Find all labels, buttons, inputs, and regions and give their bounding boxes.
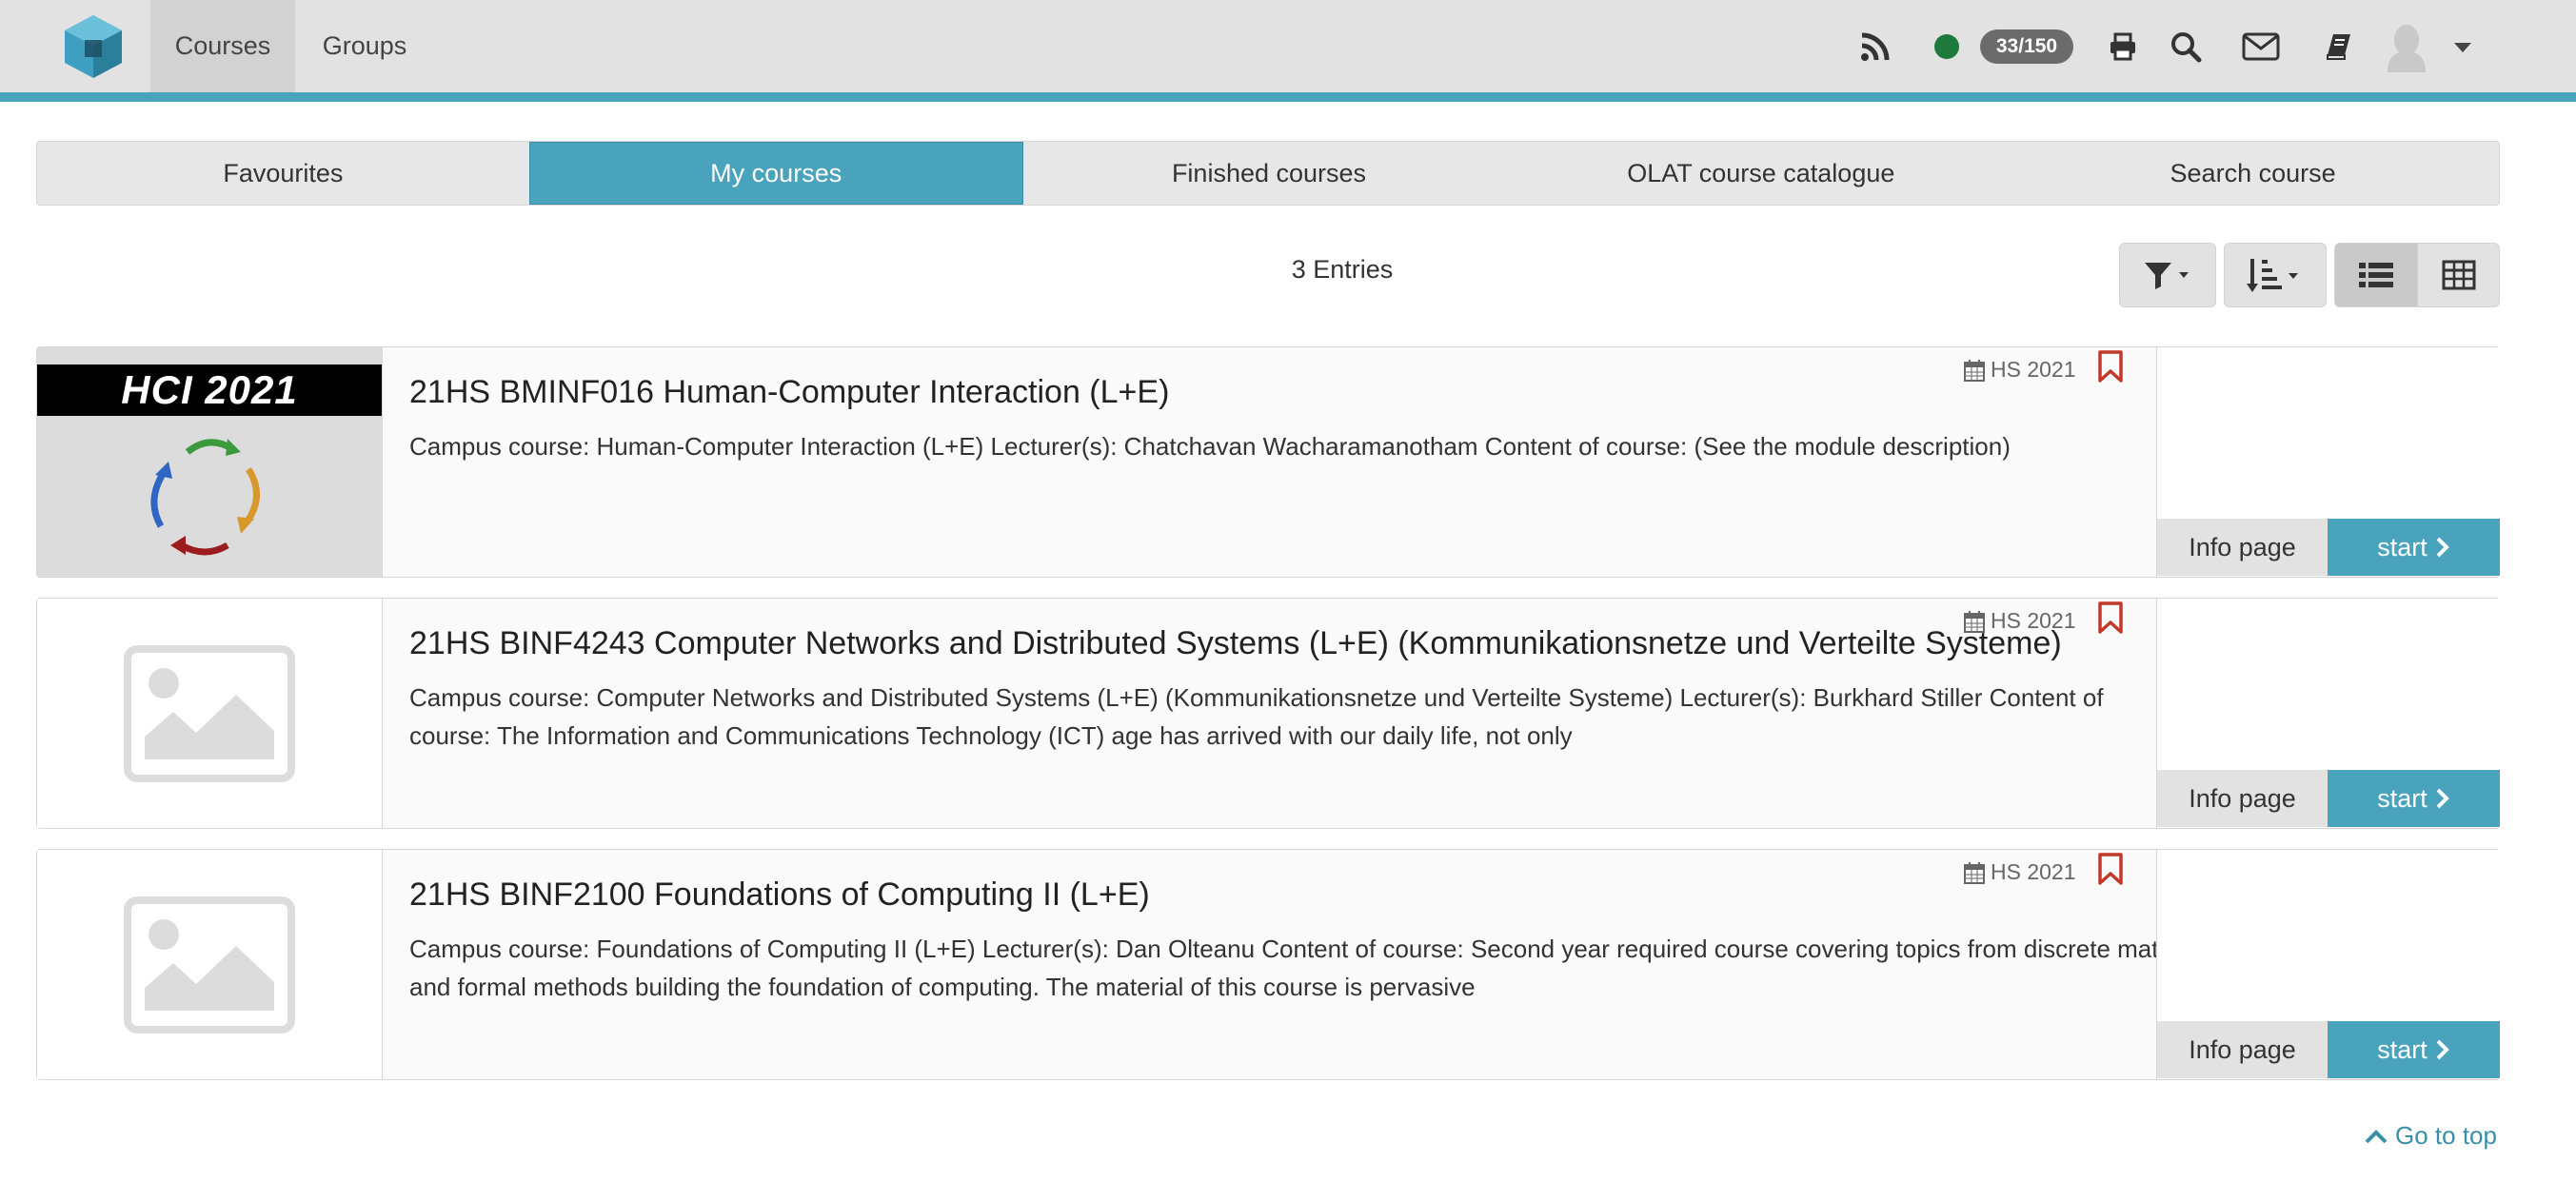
tab-search-course[interactable]: Search course	[2007, 142, 2499, 205]
semester-label: HS 2021	[1964, 608, 2076, 634]
course-card: HCI 2021 21HS BMINF016 Human-Computer In…	[36, 346, 2500, 578]
olat-logo-icon[interactable]	[59, 11, 128, 80]
chevron-up-icon	[2365, 1129, 2388, 1143]
course-description: Campus course: Human-Computer Interactio…	[409, 432, 2011, 461]
start-label: start	[2377, 783, 2427, 813]
chevron-right-icon	[2436, 788, 2449, 809]
online-status-icon[interactable]	[1934, 34, 1959, 59]
design-cycle-icon	[150, 439, 260, 556]
calendar-icon	[1964, 610, 1985, 633]
entries-count: 3 Entries	[1291, 255, 1394, 284]
course-title[interactable]: 21HS BMINF016 Human-Computer Interaction…	[409, 374, 1169, 411]
semester-text: HS 2021	[1991, 357, 2076, 382]
library-book-icon[interactable]	[2323, 25, 2355, 69]
nav-tab-groups[interactable]: Groups	[305, 0, 425, 92]
course-filter-tabs: Favourites My courses Finished courses O…	[36, 141, 2500, 206]
list-view-icon	[2359, 263, 2393, 287]
bookmark-icon[interactable]	[2097, 349, 2124, 384]
image-placeholder-icon	[124, 896, 295, 1034]
calendar-icon	[1964, 861, 1985, 884]
tab-finished-courses[interactable]: Finished courses	[1023, 142, 1516, 205]
info-page-button[interactable]: Info page	[2157, 770, 2328, 827]
tab-favourites[interactable]: Favourites	[37, 142, 529, 205]
user-avatar[interactable]	[2384, 23, 2429, 72]
filter-dropdown-button[interactable]	[2119, 243, 2216, 307]
navbar-accent-line	[0, 92, 2576, 102]
notification-count-badge[interactable]: 33/150	[1980, 30, 2073, 64]
tab-course-catalogue[interactable]: OLAT course catalogue	[1515, 142, 2007, 205]
course-thumbnail[interactable]	[37, 599, 383, 828]
sort-dropdown-button[interactable]	[2224, 243, 2327, 307]
table-view-toggle[interactable]	[2417, 243, 2500, 307]
user-menu-chevron-down-icon[interactable]	[2454, 43, 2471, 52]
tab-my-courses[interactable]: My courses	[528, 142, 1023, 205]
bookmark-icon[interactable]	[2097, 852, 2124, 886]
table-view-icon	[2442, 260, 2475, 290]
course-thumbnail[interactable]: HCI 2021	[37, 347, 383, 577]
filter-icon	[2145, 263, 2189, 289]
rss-icon[interactable]	[1858, 25, 1892, 69]
semester-text: HS 2021	[1991, 608, 2076, 633]
mail-icon[interactable]	[2241, 25, 2281, 69]
calendar-icon	[1964, 359, 1985, 382]
search-icon[interactable]	[2167, 25, 2205, 69]
bookmark-icon[interactable]	[2097, 600, 2124, 635]
chevron-right-icon	[2436, 537, 2449, 558]
semester-label: HS 2021	[1964, 357, 2076, 383]
list-view-toggle[interactable]	[2334, 243, 2418, 307]
start-button[interactable]: start	[2328, 770, 2500, 827]
course-actions: Info page start	[2156, 850, 2500, 1079]
go-to-top-link[interactable]: Go to top	[2365, 1121, 2497, 1151]
course-actions: Info page start	[2156, 599, 2500, 828]
sort-icon	[2247, 259, 2298, 292]
course-description: Campus course: Computer Networks and Dis…	[409, 683, 2104, 750]
nav-tab-courses[interactable]: Courses	[150, 0, 295, 92]
start-label: start	[2377, 1034, 2427, 1064]
info-page-button[interactable]: Info page	[2157, 1021, 2328, 1078]
image-placeholder-icon	[124, 644, 295, 782]
top-navbar: Courses Groups 33/150	[0, 0, 2576, 92]
semester-label: HS 2021	[1964, 859, 2076, 885]
print-icon[interactable]	[2106, 25, 2140, 69]
course-title[interactable]: 21HS BINF2100 Foundations of Computing I…	[409, 876, 1150, 914]
chevron-right-icon	[2436, 1039, 2449, 1060]
course-card: 21HS BINF4243 Computer Networks and Dist…	[36, 598, 2500, 829]
course-card: 21HS BINF2100 Foundations of Computing I…	[36, 849, 2500, 1080]
semester-text: HS 2021	[1991, 859, 2076, 884]
start-label: start	[2377, 532, 2427, 561]
course-actions: Info page start	[2156, 347, 2500, 577]
start-button[interactable]: start	[2328, 1021, 2500, 1078]
thumbnail-title: HCI 2021	[37, 364, 382, 416]
course-description: Campus course: Foundations of Computing …	[409, 935, 2172, 1001]
go-to-top-label: Go to top	[2395, 1121, 2497, 1150]
start-button[interactable]: start	[2328, 519, 2500, 576]
course-title[interactable]: 21HS BINF4243 Computer Networks and Dist…	[409, 625, 2062, 662]
info-page-button[interactable]: Info page	[2157, 519, 2328, 576]
course-thumbnail[interactable]	[37, 850, 383, 1079]
